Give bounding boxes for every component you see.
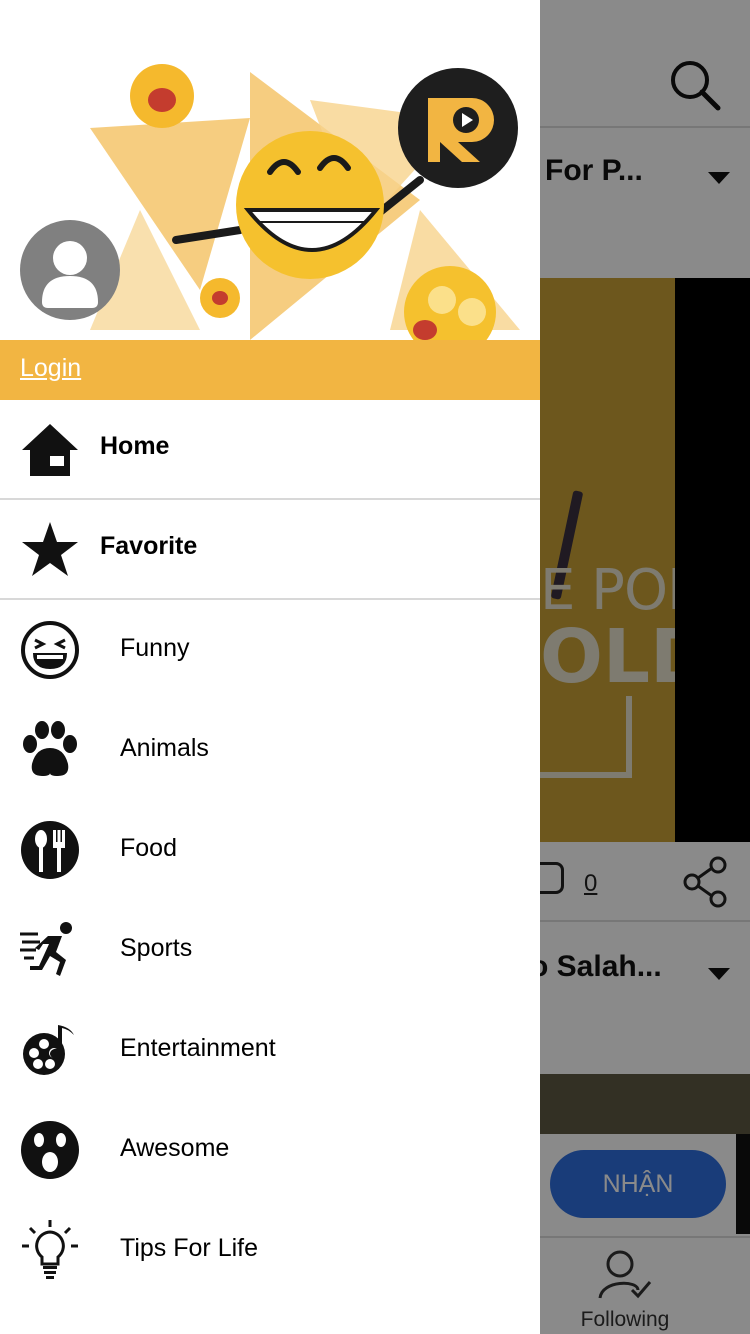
laughing-face-icon [21,621,79,679]
fork-spoon-icon [21,821,79,879]
runner-icon [20,922,72,976]
login-link[interactable]: Login [20,354,81,383]
paw-icon [23,721,77,776]
drawer-item-label: Funny [120,634,190,662]
drawer-item-home[interactable]: Home [0,400,540,500]
drawer-item-favorite[interactable]: Favorite [0,500,540,600]
home-icon [22,424,78,476]
navigation-drawer: Login Home Favorite Funny Animals Food S… [0,0,540,1334]
drawer-item-label: Favorite [100,532,198,560]
user-silhouette-icon [42,241,98,308]
drawer-item-tips-for-life[interactable]: Tips For Life [0,1200,540,1300]
surprised-face-icon [21,1121,79,1179]
drawer-item-label: Food [120,834,177,862]
drawer-item-label: Home [100,432,170,460]
avatar[interactable] [20,220,120,320]
film-music-icon [23,1025,74,1075]
drawer-item-entertainment[interactable]: Entertainment [0,1000,540,1100]
drawer-item-label: Awesome [120,1134,230,1162]
drawer-item-animals[interactable]: Animals [0,700,540,800]
drawer-item-label: Animals [120,734,209,762]
lightbulb-icon [22,1220,78,1279]
star-icon [22,522,78,576]
login-bar: Login [0,340,540,400]
drawer-item-food[interactable]: Food [0,800,540,900]
drawer-banner [0,0,540,340]
drawer-item-funny[interactable]: Funny [0,600,540,700]
drawer-item-label: Tips For Life [120,1234,259,1262]
drawer-item-label: Sports [120,934,193,962]
drawer-item-label: Entertainment [120,1034,276,1062]
drawer-item-sports[interactable]: Sports [0,900,540,1000]
drawer-item-awesome[interactable]: Awesome [0,1100,540,1200]
